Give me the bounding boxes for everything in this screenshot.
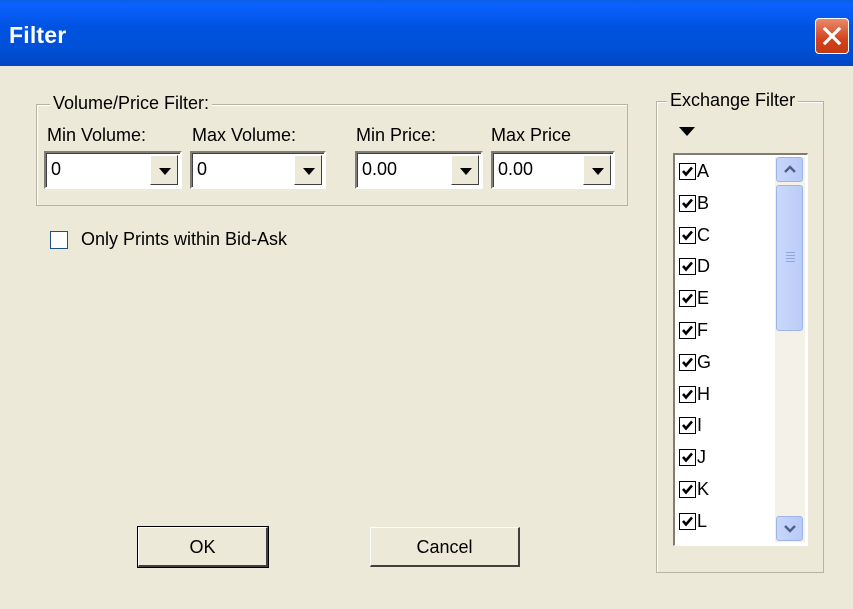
close-button[interactable] <box>815 18 849 54</box>
ok-button[interactable]: OK <box>137 526 269 568</box>
min-price-label: Min Price: <box>356 125 437 145</box>
max-volume-combobox[interactable]: 0 <box>190 151 326 189</box>
exchange-dropdown-indicator-icon[interactable] <box>679 127 695 137</box>
checkmark-icon <box>682 230 693 241</box>
min-volume-label: Min Volume: <box>47 125 147 145</box>
min-volume-value: 0 <box>51 159 62 179</box>
checkmark-icon <box>682 516 693 527</box>
exchange-item-label: L <box>697 510 708 531</box>
close-icon <box>822 26 842 46</box>
exchange-checkbox[interactable] <box>679 449 696 467</box>
exchange-checklist[interactable]: ABCDEFGHIJKL <box>673 153 808 546</box>
min-price-combobox[interactable]: 0.00 <box>355 151 483 189</box>
checkmark-icon <box>682 293 693 304</box>
window-title: Filter <box>9 22 67 48</box>
min-price-value: 0.00 <box>362 159 398 179</box>
chevron-down-icon <box>784 525 796 533</box>
exchange-list-item[interactable]: I <box>679 411 775 441</box>
exchange-checkbox[interactable] <box>679 194 696 212</box>
exchange-list-item[interactable]: A <box>679 157 775 187</box>
max-price-combobox[interactable]: 0.00 <box>491 151 615 189</box>
exchange-list-scrollbar[interactable] <box>775 157 805 542</box>
checkmark-icon <box>682 484 693 495</box>
max-price-label: Max Price <box>491 125 572 145</box>
scroll-grip-line <box>786 258 795 259</box>
exchange-checkbox[interactable] <box>679 481 696 498</box>
cancel-button[interactable]: Cancel <box>370 527 520 567</box>
exchange-list-item[interactable]: F <box>679 316 775 346</box>
min-volume-combobox[interactable]: 0 <box>44 151 182 189</box>
exchange-list-item[interactable]: L <box>679 507 775 537</box>
triangle-down-icon <box>592 168 604 175</box>
exchange-checkbox[interactable] <box>679 290 696 308</box>
exchange-item-label: E <box>697 288 710 309</box>
triangle-down-icon <box>460 168 472 175</box>
exchange-item-label: H <box>697 383 710 404</box>
min-price-dropdown-button[interactable] <box>451 155 479 185</box>
exchange-checkbox[interactable] <box>679 163 696 180</box>
exchange-checkbox[interactable] <box>679 322 696 339</box>
exchange-list-item[interactable]: E <box>679 284 775 314</box>
max-price-value: 0.00 <box>498 159 534 179</box>
exchange-item-label: A <box>697 161 710 181</box>
max-volume-dropdown-button[interactable] <box>294 155 322 185</box>
exchange-list-item[interactable]: K <box>679 475 775 505</box>
exchange-item-label: K <box>697 479 710 499</box>
bid-ask-checkbox[interactable] <box>50 231 68 249</box>
exchange-checkbox[interactable] <box>679 353 696 371</box>
exchange-checkbox[interactable] <box>679 226 696 244</box>
bid-ask-checkbox-label[interactable]: Only Prints within Bid-Ask <box>81 229 287 250</box>
exchange-checkbox[interactable] <box>679 258 696 276</box>
volume-price-legend: Volume/Price Filter: <box>50 93 213 114</box>
checkmark-icon <box>682 357 693 368</box>
exchange-list-item[interactable]: G <box>679 348 775 378</box>
exchange-item-label: I <box>697 415 703 436</box>
title-bar[interactable]: Filter <box>0 0 853 66</box>
exchange-item-label: J <box>697 447 706 468</box>
checkmark-icon <box>682 166 693 177</box>
scroll-up-button[interactable] <box>776 157 803 182</box>
exchange-list-item[interactable]: B <box>679 189 775 219</box>
max-price-dropdown-button[interactable] <box>583 155 611 185</box>
exchange-item-label: C <box>697 224 710 245</box>
exchange-item-label: B <box>697 192 710 213</box>
triangle-down-icon <box>159 168 171 175</box>
checkmark-icon <box>682 325 693 336</box>
exchange-item-label: F <box>697 320 708 340</box>
checkmark-icon <box>682 452 693 463</box>
exchange-list-item[interactable]: D <box>679 252 775 282</box>
exchange-checkbox[interactable] <box>679 385 696 403</box>
max-volume-value: 0 <box>197 159 208 179</box>
exchange-list-item[interactable]: C <box>679 221 775 251</box>
exchange-list-item[interactable]: J <box>679 443 775 473</box>
checkmark-icon <box>682 389 693 400</box>
max-volume-label: Max Volume: <box>192 125 297 145</box>
scroll-down-button[interactable] <box>776 516 803 541</box>
scroll-grip-line <box>786 252 795 253</box>
min-volume-dropdown-button[interactable] <box>150 155 178 185</box>
chevron-up-icon <box>784 165 796 173</box>
exchange-list-item[interactable]: H <box>679 380 775 410</box>
checkmark-icon <box>682 198 693 209</box>
scroll-grip-line <box>786 261 795 262</box>
exchange-item-label: D <box>697 256 710 277</box>
triangle-down-icon <box>303 168 315 175</box>
exchange-checkbox[interactable] <box>679 512 696 530</box>
exchange-filter-legend: Exchange Filter <box>667 90 799 111</box>
checkmark-icon <box>682 262 693 272</box>
scroll-grip-line <box>786 255 795 256</box>
exchange-item-label: G <box>697 351 712 372</box>
scroll-thumb[interactable] <box>776 185 803 331</box>
checkmark-icon <box>682 421 693 431</box>
exchange-checkbox[interactable] <box>679 417 696 435</box>
